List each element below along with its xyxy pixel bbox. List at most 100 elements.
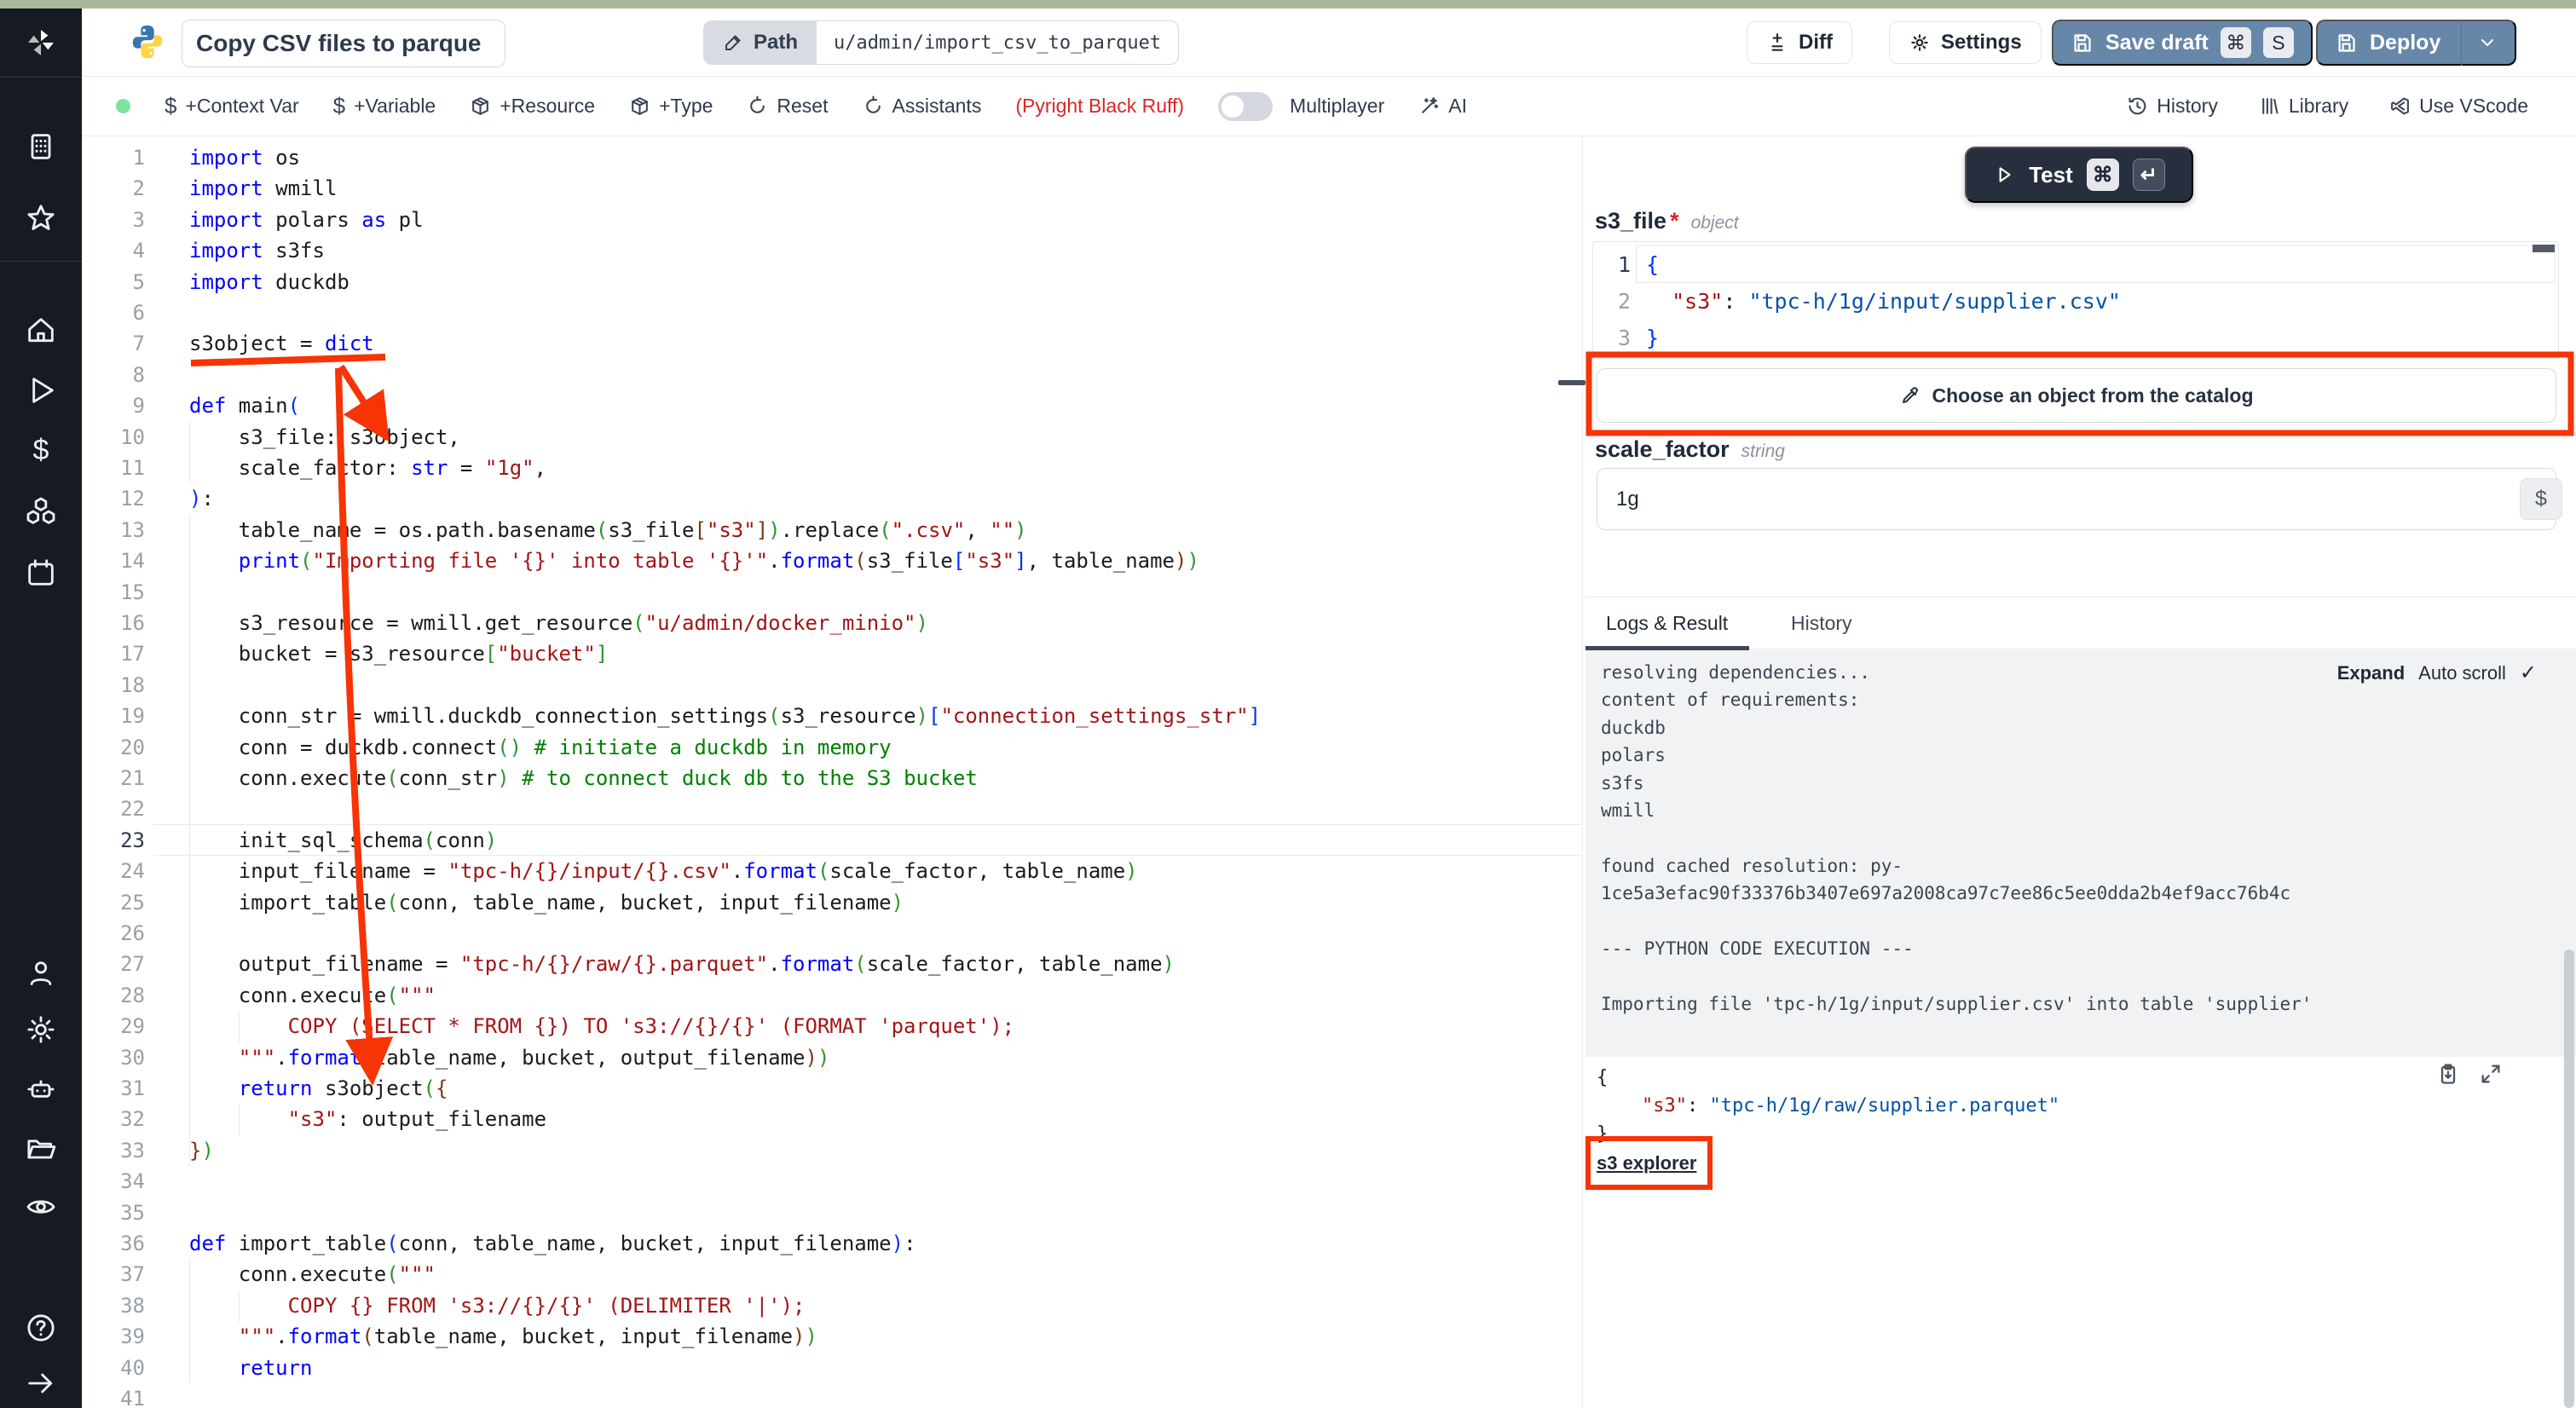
code-line[interactable]: input_filename = "tpc-h/{}/input/{}.csv"… [189,856,1138,886]
sidebar-item-folders[interactable] [0,1125,82,1173]
deploy-button[interactable]: Deploy [2316,20,2516,66]
linter-status[interactable]: (Pyright Black Ruff) [1015,95,1184,118]
result-line[interactable]: } [1597,1120,1608,1148]
code-line[interactable]: conn = duckdb.connect() # initiate a duc… [189,732,892,763]
sidebar-item-resources[interactable] [0,488,82,535]
sidebar-item-workers[interactable] [0,1065,82,1113]
test-button[interactable]: Test ⌘ ↵ [1965,147,2193,203]
sidebar-item-favorites[interactable] [0,194,82,242]
sidebar-item-workspace[interactable] [0,123,82,170]
s3-file-json-editor[interactable]: 123 { "s3": "tpc-h/1g/input/supplier.csv… [1592,241,2559,359]
expand-fullscreen-icon[interactable] [2479,1062,2503,1086]
logs-pane[interactable]: resolving dependencies...content of requ… [1585,650,2576,1057]
code-line[interactable]: "s3": output_filename [189,1104,546,1134]
chevron-down-icon[interactable] [2477,32,2498,53]
sidebar-item-help[interactable] [0,1304,82,1352]
code-line[interactable]: import duckdb [189,267,349,297]
library-icon [2259,95,2280,117]
assistants-button[interactable]: Assistants [863,95,982,118]
add-resource-button[interactable]: +Resource [470,95,595,118]
code-line[interactable]: output_filename = "tpc-h/{}/raw/{}.parqu… [189,949,1175,979]
autoscroll-label[interactable]: Auto scroll [2418,662,2506,684]
sidebar-item-schedules[interactable] [0,549,82,597]
ai-button[interactable]: AI [1418,95,1467,118]
s3-explorer-link[interactable]: s3 explorer [1597,1152,1696,1174]
code-line[interactable]: scale_factor: str = "1g", [189,453,546,483]
code-line[interactable]: return [189,1353,313,1383]
code-line[interactable]: print("Importing file '{}' into table '{… [189,545,1199,576]
add-context-var-button[interactable]: $+Context Var [165,93,299,119]
code-line[interactable]: COPY (SELECT * FROM {}) TO 's3://{}/{}' … [189,1011,1014,1042]
path-control[interactable]: Path u/admin/import_csv_to_parquet [703,20,1179,65]
code-line[interactable]: def main( [189,390,300,421]
choose-object-button[interactable]: Choose an object from the catalog [1597,368,2556,423]
code-line[interactable]: bucket = s3_resource["bucket"] [189,638,608,669]
add-variable-button[interactable]: $+Variable [333,93,436,119]
json-mini-scrollbar[interactable] [2533,245,2555,252]
code-line[interactable]: s3_resource = wmill.get_resource("u/admi… [189,608,928,638]
sidebar-item-variables[interactable]: $ [0,426,82,474]
sidebar-item-runs[interactable] [0,366,82,414]
code-line[interactable]: conn.execute(conn_str) # to connect duck… [189,763,978,793]
code-editor[interactable]: 1234567891011121314151617181920212223242… [82,136,1582,1408]
path-edit-button[interactable]: Path [704,21,817,64]
history-label: History [2157,95,2218,118]
copy-clipboard-icon[interactable] [2436,1062,2460,1086]
history-button[interactable]: History [2127,95,2218,118]
sidebar-item-settings[interactable] [0,1006,82,1053]
library-button[interactable]: Library [2259,95,2348,118]
code-line[interactable]: return s3object({ [189,1073,448,1104]
use-vscode-button[interactable]: Use VScode [2389,95,2528,118]
panel-scrollbar[interactable] [2564,949,2574,1408]
diff-button[interactable]: Diff [1747,21,1852,64]
windmill-logo-icon[interactable] [0,19,82,66]
save-draft-button[interactable]: Save draft ⌘ S [2052,20,2313,66]
code-line[interactable]: import wmill [189,173,337,204]
sidebar-item-expand[interactable] [0,1359,82,1407]
code-line[interactable]: table_name = os.path.basename(s3_file["s… [189,515,1027,545]
sidebar-item-audit-logs[interactable] [0,1183,82,1231]
code-line[interactable]: init_sql_schema(conn) [189,825,497,856]
line-number: 3 [1593,320,1631,356]
code-line[interactable]: }) [189,1135,214,1166]
sidebar-item-users[interactable] [0,949,82,997]
assistants-label: Assistants [892,95,982,118]
code-line[interactable]: conn.execute(""" [189,1259,436,1290]
code-line[interactable]: s3object = dict [189,328,374,359]
multiplayer-toggle[interactable] [1218,92,1273,121]
json-line[interactable]: { [1646,246,1659,283]
result-line[interactable]: { [1597,1064,1608,1092]
reset-button[interactable]: Reset [747,95,828,118]
sidebar-item-home[interactable] [0,307,82,355]
code-line[interactable]: conn.execute(""" [189,980,436,1011]
code-line[interactable]: COPY {} FROM 's3://{}/{}' (DELIMITER '|'… [189,1290,805,1321]
code-line[interactable]: import s3fs [189,235,325,266]
json-line[interactable]: "s3": "tpc-h/1g/input/supplier.csv" [1646,283,2121,320]
line-number: 38 [82,1290,145,1321]
result-line[interactable]: "s3": "tpc-h/1g/raw/supplier.parquet" [1597,1092,2059,1120]
pane-divider-handle[interactable] [1558,380,1585,385]
code-line[interactable]: """.format(table_name, bucket, output_fi… [189,1042,829,1073]
code-line[interactable]: ): [189,483,214,514]
line-number: 24 [82,856,145,886]
code-line[interactable]: s3_file: s3object, [189,422,460,453]
code-line[interactable]: """.format(table_name, bucket, input_fil… [189,1321,817,1352]
code-line[interactable]: import os [189,142,300,173]
code-line[interactable]: import_table(conn, table_name, bucket, i… [189,887,904,918]
log-line: s3fs [1601,770,1644,797]
code-line[interactable]: def import_table(conn, table_name, bucke… [189,1228,916,1259]
scale-factor-input[interactable]: 1g [1597,468,2556,530]
add-type-button[interactable]: +Type [629,95,713,118]
json-line[interactable]: } [1646,320,1659,356]
code-line[interactable]: import polars as pl [189,205,424,235]
choose-object-label: Choose an object from the catalog [1932,384,2254,407]
tab-logs-result[interactable]: Logs & Result [1606,612,1728,635]
code-line[interactable]: conn_str = wmill.duckdb_connection_setti… [189,701,1261,731]
check-icon: ✓ [2520,661,2537,685]
settings-button[interactable]: Settings [1889,21,2042,64]
expand-button[interactable]: Expand [2337,662,2405,684]
tab-history[interactable]: History [1791,612,1852,635]
script-title-input[interactable]: Copy CSV files to parque [182,20,505,67]
package-icon [470,95,491,117]
insert-variable-button[interactable]: $ [2520,478,2562,520]
